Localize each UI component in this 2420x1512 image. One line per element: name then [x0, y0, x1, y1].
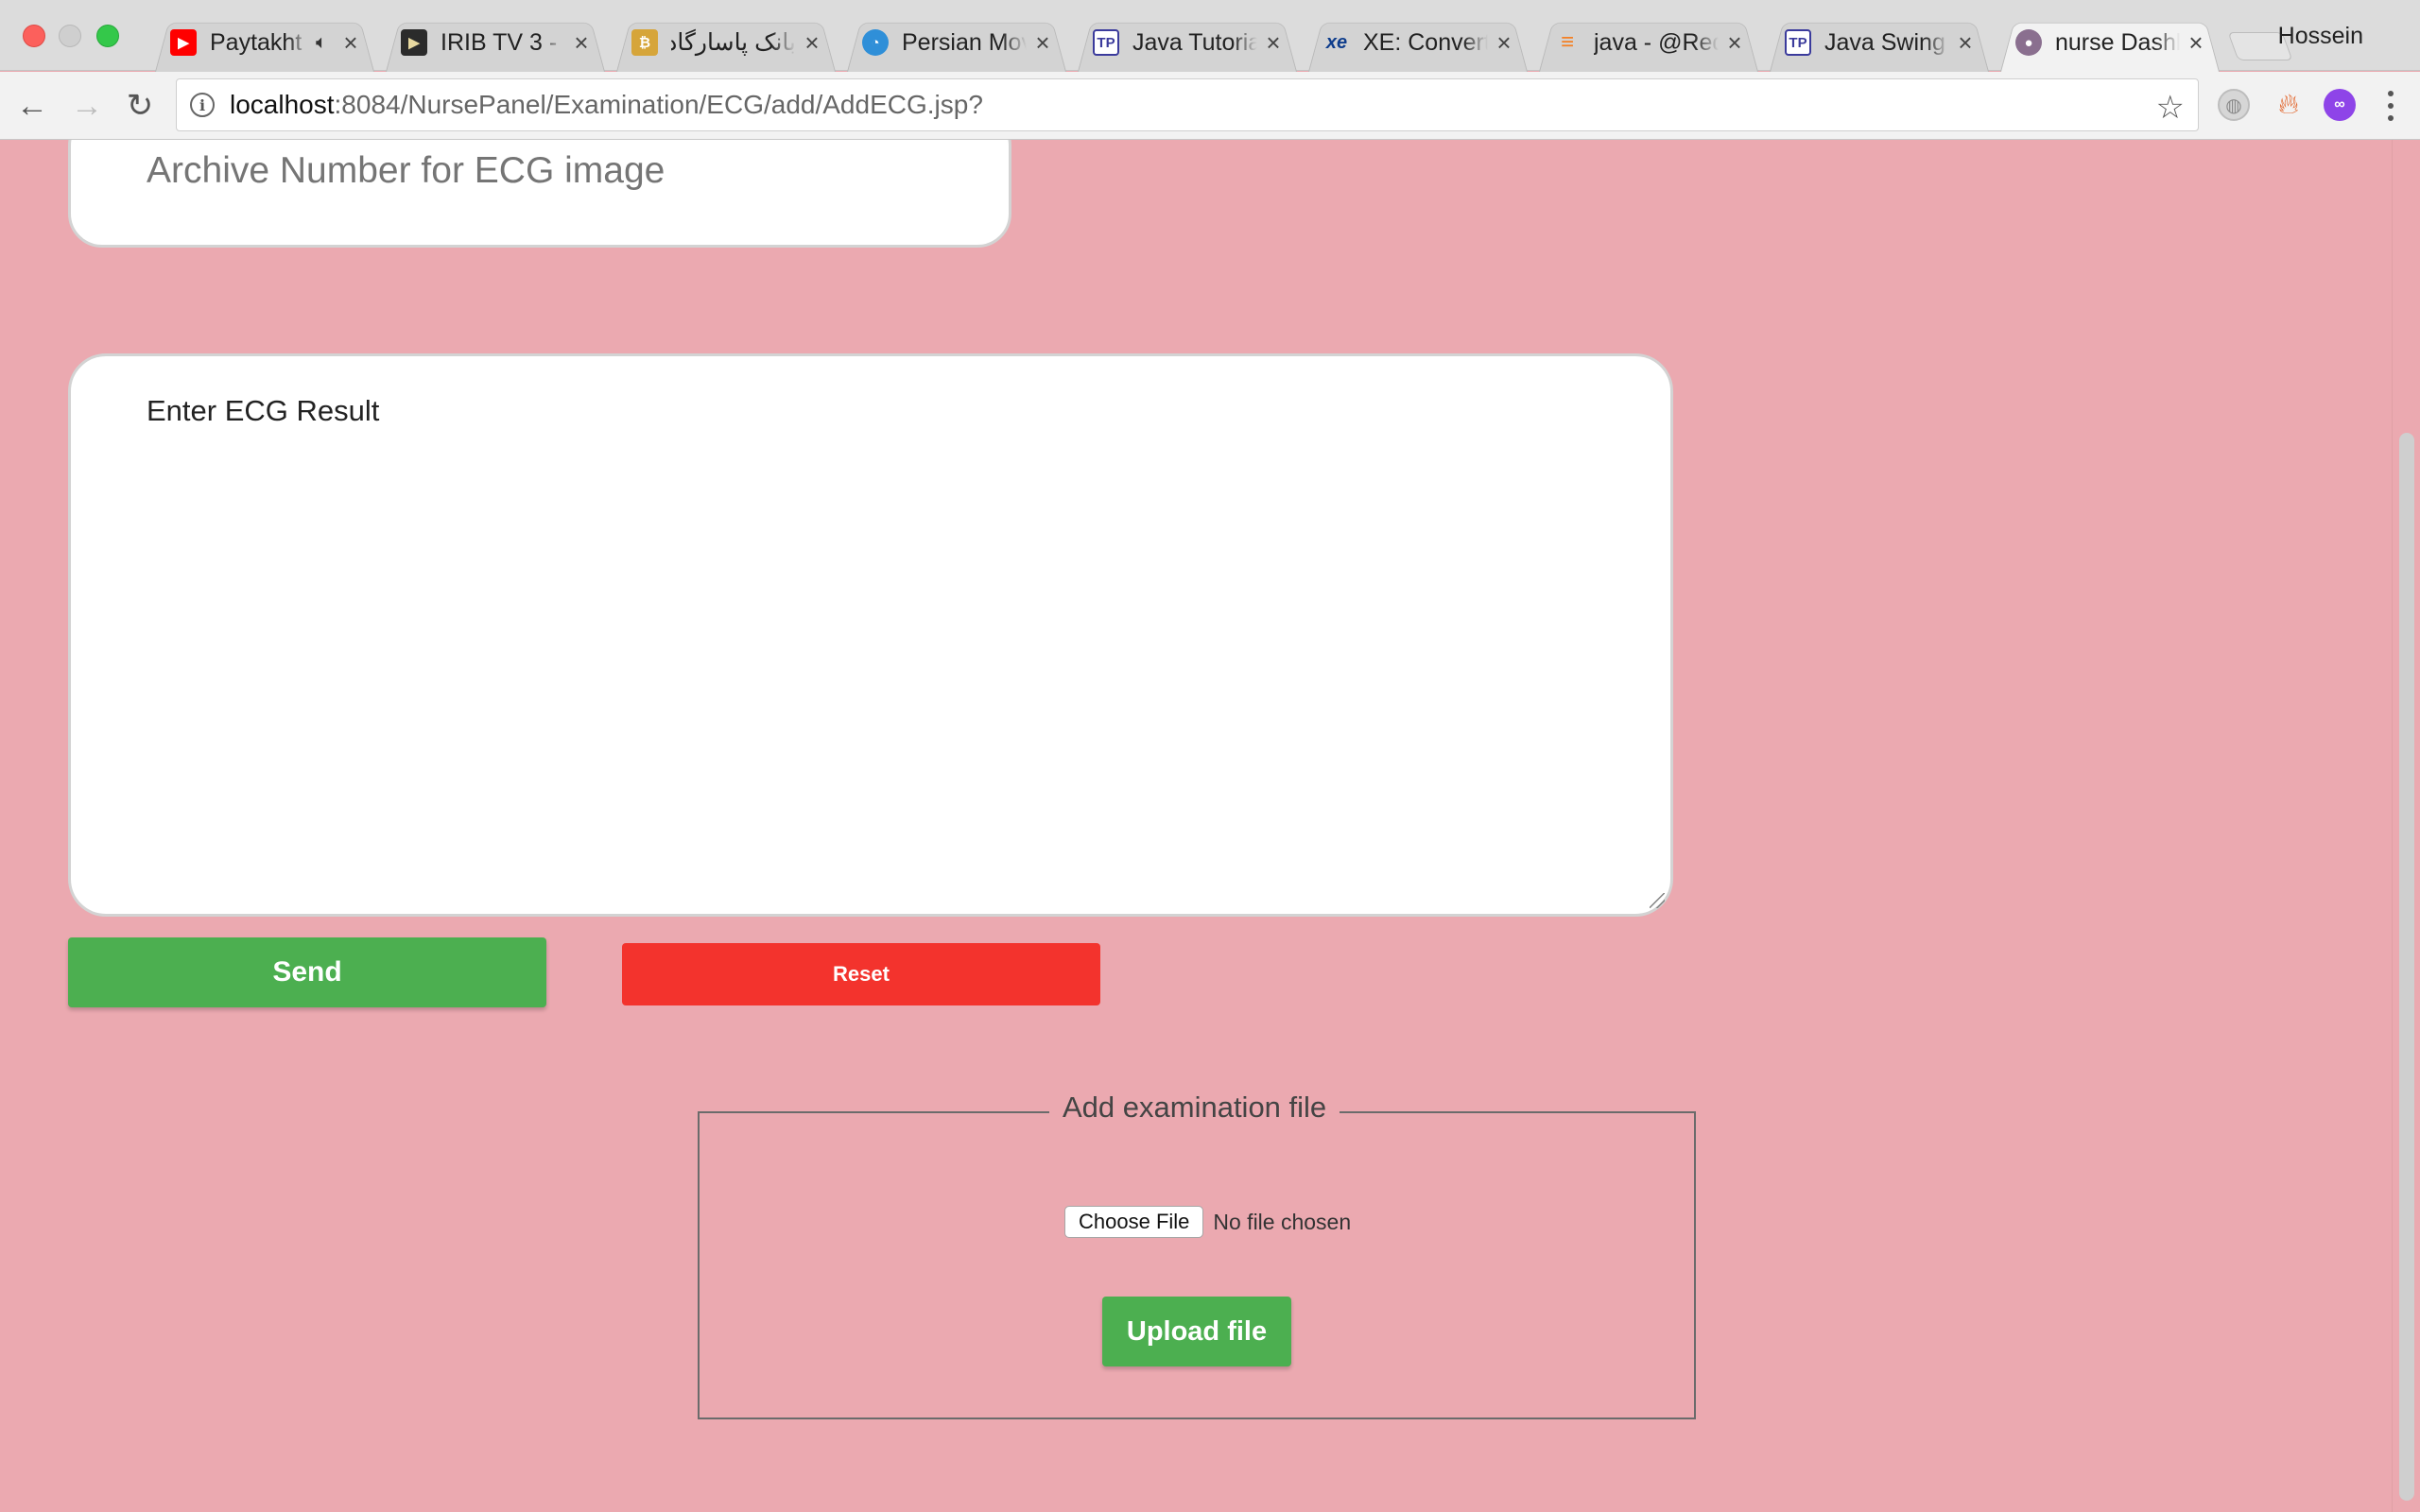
url-path: :8084/NursePanel/Examination/ECG/add/Add… — [334, 90, 983, 119]
vpn-extension-icon[interactable]: ∞ — [2324, 89, 2356, 121]
close-icon[interactable]: × — [1263, 28, 1284, 58]
reset-button[interactable]: Reset — [622, 943, 1100, 1005]
close-icon[interactable]: × — [802, 28, 822, 58]
browser-toolbar: ← → ↻ i localhost:8084/NursePanel/Examin… — [0, 72, 2420, 140]
bookmark-star-icon[interactable]: ☆ — [2156, 89, 2185, 127]
tutorial-icon: TP — [1093, 29, 1119, 56]
tutorial-icon: TP — [1785, 29, 1811, 56]
fire-extension-icon[interactable]: 🔥︎ — [2273, 89, 2305, 121]
browser-tab-strip: ▶ Paytakht 🔈︎ × ▶ IRIB TV 3 - × ₿ بانک پ… — [0, 0, 2420, 71]
scrollbar-thumb[interactable] — [2399, 433, 2414, 1501]
archive-number-input[interactable]: Archive Number for ECG image — [68, 140, 1011, 248]
upload-legend: Add examination file — [1049, 1091, 1340, 1125]
tab-title: XE: Convert — [1363, 28, 1488, 56]
play-icon: ▶ — [401, 29, 427, 56]
page-content: Archive Number for ECG image Enter ECG R… — [0, 140, 2420, 1512]
url-host: localhost — [230, 90, 335, 119]
tab-title: nurse Dashb — [2055, 28, 2180, 56]
globe-extension-icon[interactable]: ◍ — [2218, 89, 2250, 121]
browser-tab[interactable]: ≡ java - @Req × — [1533, 13, 1764, 72]
ecg-result-textarea[interactable]: Enter ECG Result — [68, 353, 1673, 917]
tab-title: java - @Req — [1594, 28, 1719, 56]
browser-tab[interactable]: TP Java Swing × — [1764, 13, 1995, 72]
close-icon[interactable]: × — [1724, 28, 1745, 58]
close-icon[interactable]: × — [571, 28, 592, 58]
close-icon[interactable]: × — [1494, 28, 1514, 58]
ecg-result-placeholder: Enter ECG Result — [147, 394, 380, 427]
reload-icon[interactable]: ↻ — [121, 87, 159, 125]
close-icon[interactable]: × — [2186, 28, 2206, 58]
xe-icon: xe — [1325, 31, 1348, 53]
avatar-icon: ● — [2015, 29, 2042, 56]
send-button[interactable]: Send — [68, 937, 546, 1007]
browser-tab[interactable]: ▶ Paytakht 🔈︎ × — [149, 13, 380, 72]
tab-title: بانک پاسارگاد :: — [671, 29, 796, 56]
scrollbar[interactable] — [2392, 140, 2420, 1512]
close-window-button[interactable] — [23, 25, 45, 47]
file-status-text: No file chosen — [1213, 1209, 1352, 1234]
info-icon[interactable]: i — [190, 93, 215, 117]
close-icon[interactable]: × — [1032, 28, 1053, 58]
bank-icon: ₿ — [631, 29, 658, 56]
back-arrow-icon[interactable]: ← — [13, 87, 51, 125]
choose-file-button[interactable]: Choose File — [1064, 1206, 1204, 1238]
upload-fieldset: Add examination file Choose File No file… — [698, 1091, 1696, 1419]
browser-tab[interactable]: ₿ بانک پاسارگاد :: × — [611, 13, 841, 72]
minimize-window-button[interactable] — [59, 25, 81, 47]
youtube-icon: ▶ — [170, 29, 197, 56]
tab-title: IRIB TV 3 - — [441, 28, 558, 56]
browser-tab[interactable]: TP Java Tutoria × — [1072, 13, 1303, 72]
close-icon[interactable]: × — [340, 28, 361, 58]
address-bar[interactable]: i localhost:8084/NursePanel/Examination/… — [176, 78, 2199, 131]
tab-title: Paytakht — [210, 28, 302, 56]
tab-title: Persian Mov — [902, 28, 1027, 56]
tab-title: Java Swing — [1824, 28, 1945, 56]
browser-tab[interactable]: xe XE: Convert × — [1303, 13, 1533, 72]
forward-arrow-icon[interactable]: → — [68, 87, 106, 125]
maximize-window-button[interactable] — [96, 25, 119, 47]
tab-title: Java Tutoria — [1132, 28, 1257, 56]
profile-name[interactable]: Hossein — [2278, 23, 2363, 50]
browser-tab-active[interactable]: ● nurse Dashb × — [1995, 13, 2225, 72]
file-input[interactable]: Choose File No file chosen — [1064, 1206, 1351, 1238]
resize-handle-icon[interactable] — [1650, 893, 1665, 908]
browser-menu-icon[interactable] — [2377, 87, 2405, 125]
close-icon[interactable]: × — [1955, 28, 1976, 58]
tab-list: ▶ Paytakht 🔈︎ × ▶ IRIB TV 3 - × ₿ بانک پ… — [149, 13, 2225, 72]
stackoverflow-icon: ≡ — [1560, 29, 1574, 55]
swirl-icon: ◔ — [862, 29, 889, 56]
browser-tab[interactable]: ◔ Persian Mov × — [841, 13, 1072, 72]
browser-tab[interactable]: ▶ IRIB TV 3 - × — [380, 13, 611, 72]
speaker-icon[interactable]: 🔈︎ — [316, 32, 327, 54]
upload-file-button[interactable]: Upload file — [1102, 1297, 1291, 1366]
